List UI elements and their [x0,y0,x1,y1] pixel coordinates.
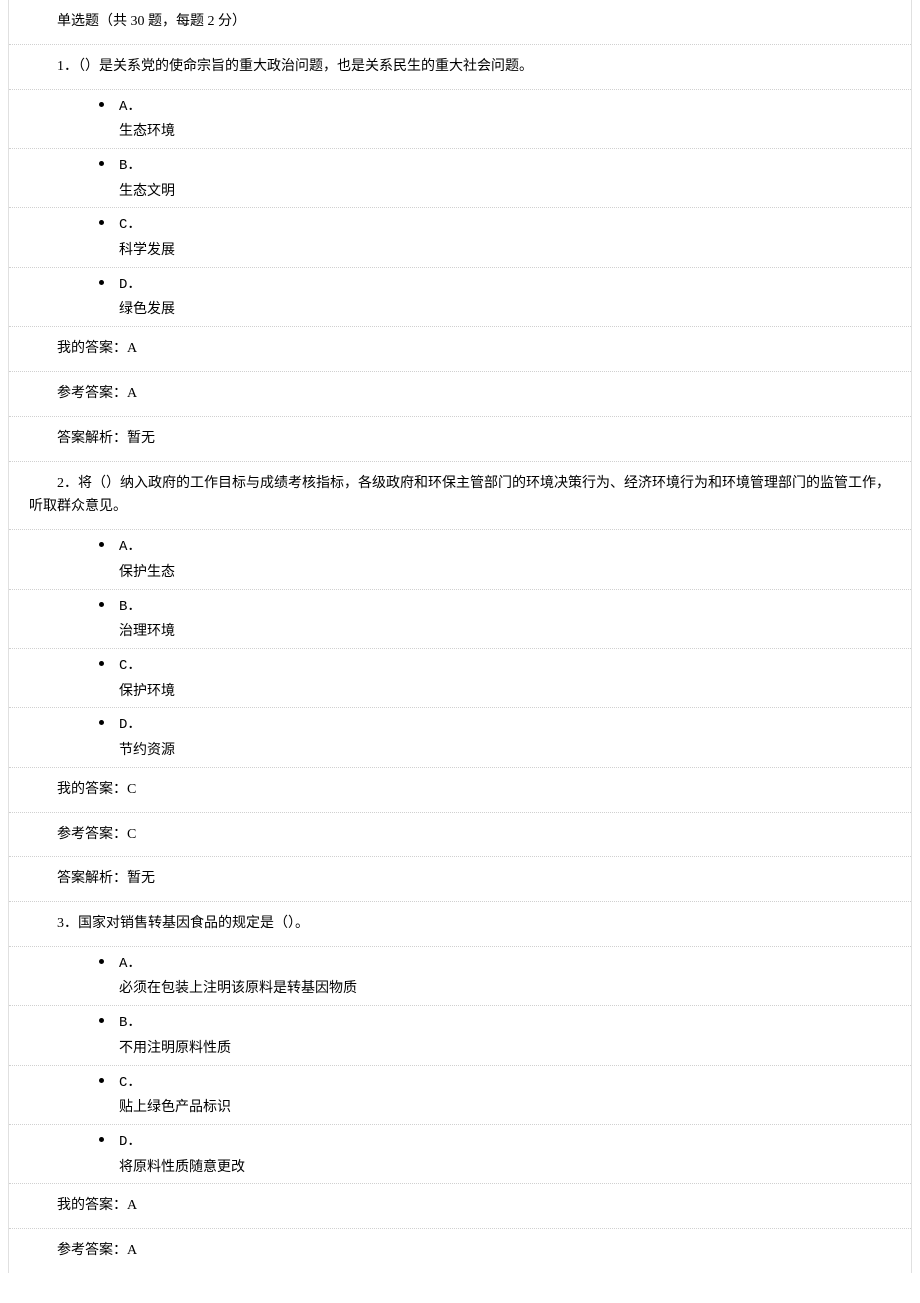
option-text: 治理环境 [119,620,911,644]
option-text: 保护环境 [119,680,911,704]
question-text: 1．（）是关系党的使命宗旨的重大政治问题，也是关系民生的重大社会问题。 [9,45,911,90]
my-answer-value: C [127,782,136,797]
option-letter: C． [119,1070,911,1097]
option-content: A． 必须在包装上注明该原料是转基因物质 [109,947,911,1005]
option-content: D． 节约资源 [109,708,911,766]
option-letter: A． [119,534,911,561]
question-text: 2．将（）纳入政府的工作目标与成绩考核指标，各级政府和环保主管部门的环境决策行为… [9,462,911,531]
option-letter: D． [119,272,911,299]
ref-answer-label: 参考答案： [57,386,127,401]
option-content: C． 科学发展 [109,208,911,266]
option-letter: C． [119,212,911,239]
question-number: 3． [57,916,78,931]
option-content: B． 生态文明 [109,149,911,207]
option-row: B． 治理环境 [9,590,911,649]
my-answer-value: A [127,341,137,356]
option-letter: D． [119,1129,911,1156]
ref-answer-label: 参考答案： [57,1243,127,1258]
option-letter: A． [119,951,911,978]
option-text: 生态环境 [119,120,911,144]
option-text: 生态文明 [119,180,911,204]
option-row: C． 贴上绿色产品标识 [9,1066,911,1125]
analysis-label: 答案解析： [57,431,127,446]
option-text: 不用注明原料性质 [119,1037,911,1061]
option-row: A． 生态环境 [9,90,911,149]
option-row: A． 必须在包装上注明该原料是转基因物质 [9,947,911,1006]
option-content: C． 贴上绿色产品标识 [109,1066,911,1124]
option-row: B． 不用注明原料性质 [9,1006,911,1065]
option-text: 节约资源 [119,739,911,763]
option-letter: B． [119,1010,911,1037]
my-answer-value: A [127,1198,137,1213]
option-content: B． 不用注明原料性质 [109,1006,911,1064]
option-row: C． 科学发展 [9,208,911,267]
question-stem: 将（）纳入政府的工作目标与成绩考核指标，各级政府和环保主管部门的环境决策行为、经… [29,476,890,515]
ref-answer-value: A [127,1243,137,1258]
option-content: D． 绿色发展 [109,268,911,326]
section-header: 单选题（共 30 题，每题 2 分） [9,0,911,45]
analysis-value: 暂无 [127,431,155,446]
option-row: A． 保护生态 [9,530,911,589]
my-answer-label: 我的答案： [57,782,127,797]
my-answer: 我的答案：A [9,1184,911,1229]
option-text: 必须在包装上注明该原料是转基因物质 [119,977,911,1001]
option-letter: B． [119,153,911,180]
document-container: 单选题（共 30 题，每题 2 分） 1．（）是关系党的使命宗旨的重大政治问题，… [8,0,912,1273]
option-row: D． 将原料性质随意更改 [9,1125,911,1184]
option-content: A． 生态环境 [109,90,911,148]
option-row: D． 绿色发展 [9,268,911,327]
option-letter: B． [119,594,911,621]
question-number: 1． [57,59,78,74]
ref-answer: 参考答案：A [9,372,911,417]
option-content: A． 保护生态 [109,530,911,588]
option-text: 贴上绿色产品标识 [119,1096,911,1120]
ref-answer-value: C [127,827,136,842]
option-content: B． 治理环境 [109,590,911,648]
ref-answer: 参考答案：C [9,813,911,858]
option-text: 将原料性质随意更改 [119,1156,911,1180]
option-content: D． 将原料性质随意更改 [109,1125,911,1183]
analysis-value: 暂无 [127,871,155,886]
option-content: C． 保护环境 [109,649,911,707]
option-text: 绿色发展 [119,298,911,322]
option-row: C． 保护环境 [9,649,911,708]
ref-answer-value: A [127,386,137,401]
my-answer: 我的答案：A [9,327,911,372]
question-stem: （）是关系党的使命宗旨的重大政治问题，也是关系民生的重大社会问题。 [78,59,533,74]
question-stem: 国家对销售转基因食品的规定是（）。 [78,916,309,931]
option-letter: C． [119,653,911,680]
ref-answer: 参考答案：A [9,1229,911,1273]
my-answer-label: 我的答案： [57,341,127,356]
answer-analysis: 答案解析：暂无 [9,417,911,462]
option-row: B． 生态文明 [9,149,911,208]
ref-answer-label: 参考答案： [57,827,127,842]
my-answer: 我的答案：C [9,768,911,813]
option-letter: D． [119,712,911,739]
option-text: 保护生态 [119,561,911,585]
analysis-label: 答案解析： [57,871,127,886]
my-answer-label: 我的答案： [57,1198,127,1213]
option-row: D． 节约资源 [9,708,911,767]
question-number: 2． [57,476,78,491]
option-letter: A． [119,94,911,121]
option-text: 科学发展 [119,239,911,263]
answer-analysis: 答案解析：暂无 [9,857,911,902]
question-text: 3．国家对销售转基因食品的规定是（）。 [9,902,911,947]
